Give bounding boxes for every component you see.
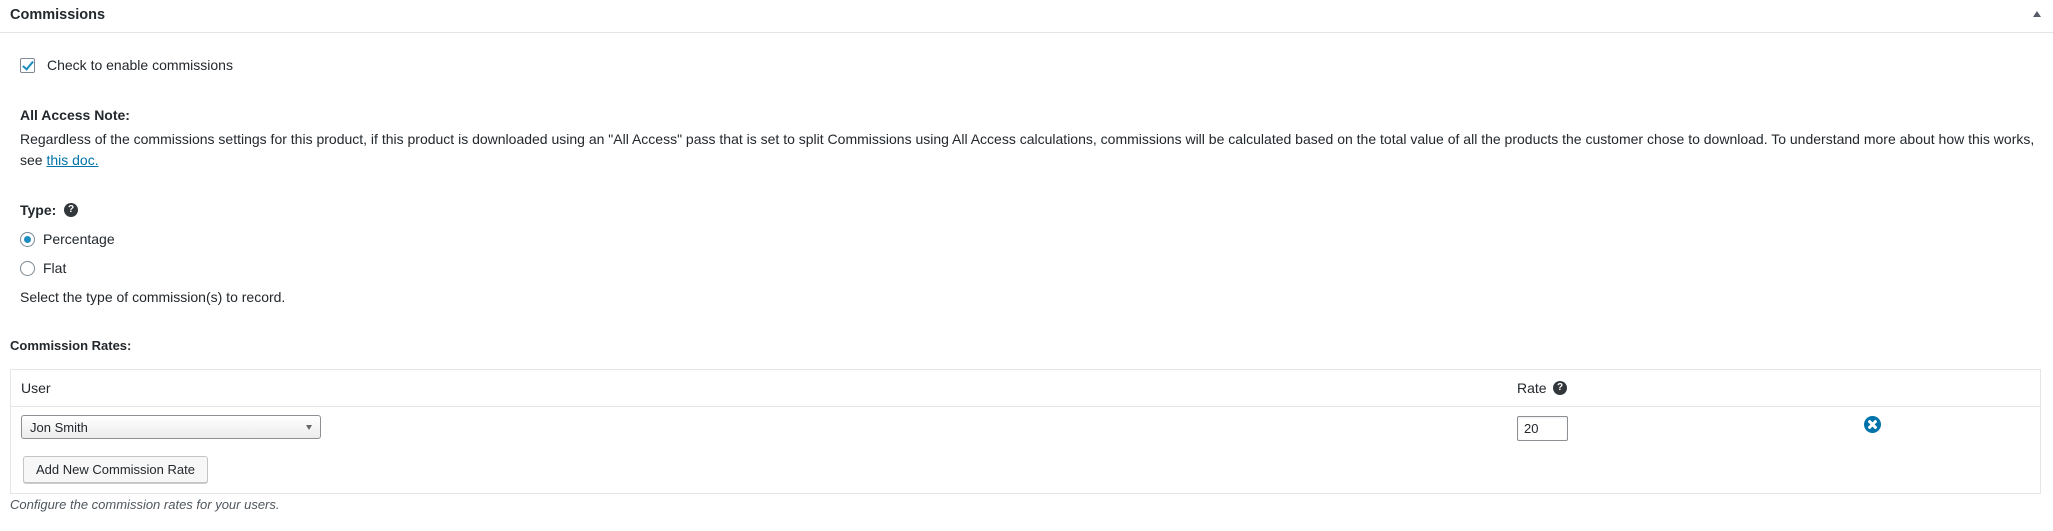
commissions-panel: Commissions Check to enable commissions … [0,0,2053,531]
rates-footer-note: Configure the commission rates for your … [10,497,280,512]
type-label: Type: [20,202,57,218]
column-header-rate: Rate [1517,380,1547,396]
type-description: Select the type of commission(s) to reco… [20,289,286,305]
radio-flat[interactable] [20,261,35,276]
table-header-row [11,370,2040,407]
all-access-text: Regardless of the commissions settings f… [20,131,2035,168]
panel-header[interactable]: Commissions [0,0,2053,33]
column-header-user: User [21,380,51,396]
radio-selected-dot [24,236,31,243]
remove-circle-icon[interactable] [1864,416,1881,433]
all-access-heading: All Access Note: [20,107,130,123]
question-circle-icon[interactable]: ? [64,203,78,217]
radio-flat-label[interactable]: Flat [43,260,66,276]
radio-percentage[interactable] [20,232,35,247]
all-access-note: Regardless of the commissions settings f… [20,129,2040,171]
enable-commissions-checkbox[interactable] [20,58,35,73]
question-circle-icon[interactable]: ? [1553,381,1567,395]
user-select-value: Jon Smith [30,420,88,435]
radio-percentage-label[interactable]: Percentage [43,231,115,247]
doc-link[interactable]: this doc. [46,152,98,168]
enable-commissions-label[interactable]: Check to enable commissions [47,57,233,73]
commission-rates-heading: Commission Rates: [10,338,132,353]
checkmark-icon [22,58,34,71]
chevron-down-icon [306,425,312,430]
rate-input[interactable] [1517,416,1568,441]
add-commission-rate-button[interactable]: Add New Commission Rate [23,456,208,483]
collapse-toggle-icon[interactable] [2033,11,2041,17]
panel-title: Commissions [10,7,106,23]
user-select[interactable]: Jon Smith [21,415,321,439]
